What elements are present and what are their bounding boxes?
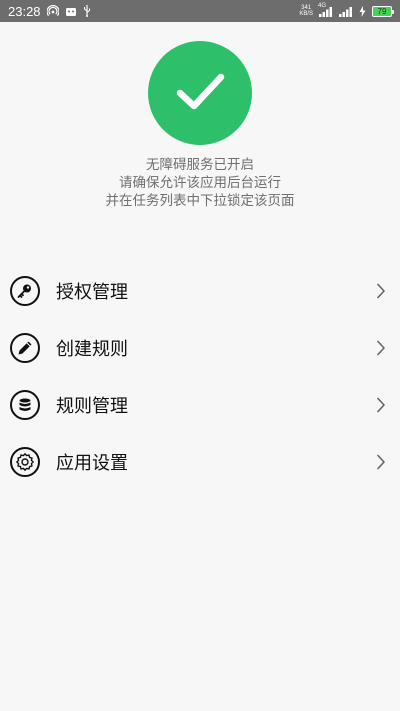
- menu-item-authorization[interactable]: 授权管理: [0, 262, 400, 319]
- check-icon: [168, 59, 232, 127]
- gear-icon: [10, 446, 40, 477]
- service-status-message: 无障碍服务已开启 请确保允许该应用后台运行 并在任务列表中下拉锁定该页面: [0, 156, 400, 210]
- android-icon: [65, 2, 77, 21]
- status-bar-left: 23:28: [8, 2, 91, 21]
- menu-item-label: 规则管理: [56, 395, 128, 417]
- message-line-1: 无障碍服务已开启: [146, 157, 254, 173]
- database-icon: [10, 389, 40, 420]
- charging-icon: [359, 2, 366, 21]
- chevron-right-icon: [376, 283, 386, 299]
- hotspot-icon: [45, 2, 60, 21]
- menu-item-app-settings[interactable]: 应用设置: [0, 433, 400, 490]
- key-icon: [10, 275, 40, 306]
- status-bar: 23:28 341 KB/S 4G 79: [0, 0, 400, 22]
- message-line-3: 并在任务列表中下拉锁定该页面: [105, 193, 295, 209]
- usb-icon: [83, 2, 91, 21]
- menu-item-label: 授权管理: [56, 281, 128, 303]
- network-type: 4G: [318, 2, 327, 9]
- menu-item-label: 应用设置: [56, 452, 128, 474]
- status-time: 23:28: [8, 3, 41, 19]
- menu-item-create-rule[interactable]: 创建规则: [0, 319, 400, 376]
- chevron-right-icon: [376, 454, 386, 470]
- signal-icon-2: [339, 2, 353, 21]
- signal-icon: 4G: [318, 2, 333, 17]
- status-bar-right: 341 KB/S 4G 79: [299, 2, 394, 21]
- menu-item-rule-management[interactable]: 规则管理: [0, 376, 400, 433]
- main-menu: 授权管理 创建规则 规则管理 应用设置: [0, 262, 400, 490]
- message-line-2: 请确保允许该应用后台运行: [119, 175, 281, 191]
- battery-level: 79: [377, 6, 387, 16]
- network-speed-unit: KB/S: [299, 11, 313, 17]
- network-speed: 341 KB/S: [299, 5, 313, 17]
- success-badge: [148, 41, 252, 145]
- menu-item-label: 创建规则: [56, 338, 128, 360]
- battery-icon: 79: [372, 5, 394, 17]
- chevron-right-icon: [376, 340, 386, 356]
- chevron-right-icon: [376, 397, 386, 413]
- pencil-icon: [10, 332, 40, 363]
